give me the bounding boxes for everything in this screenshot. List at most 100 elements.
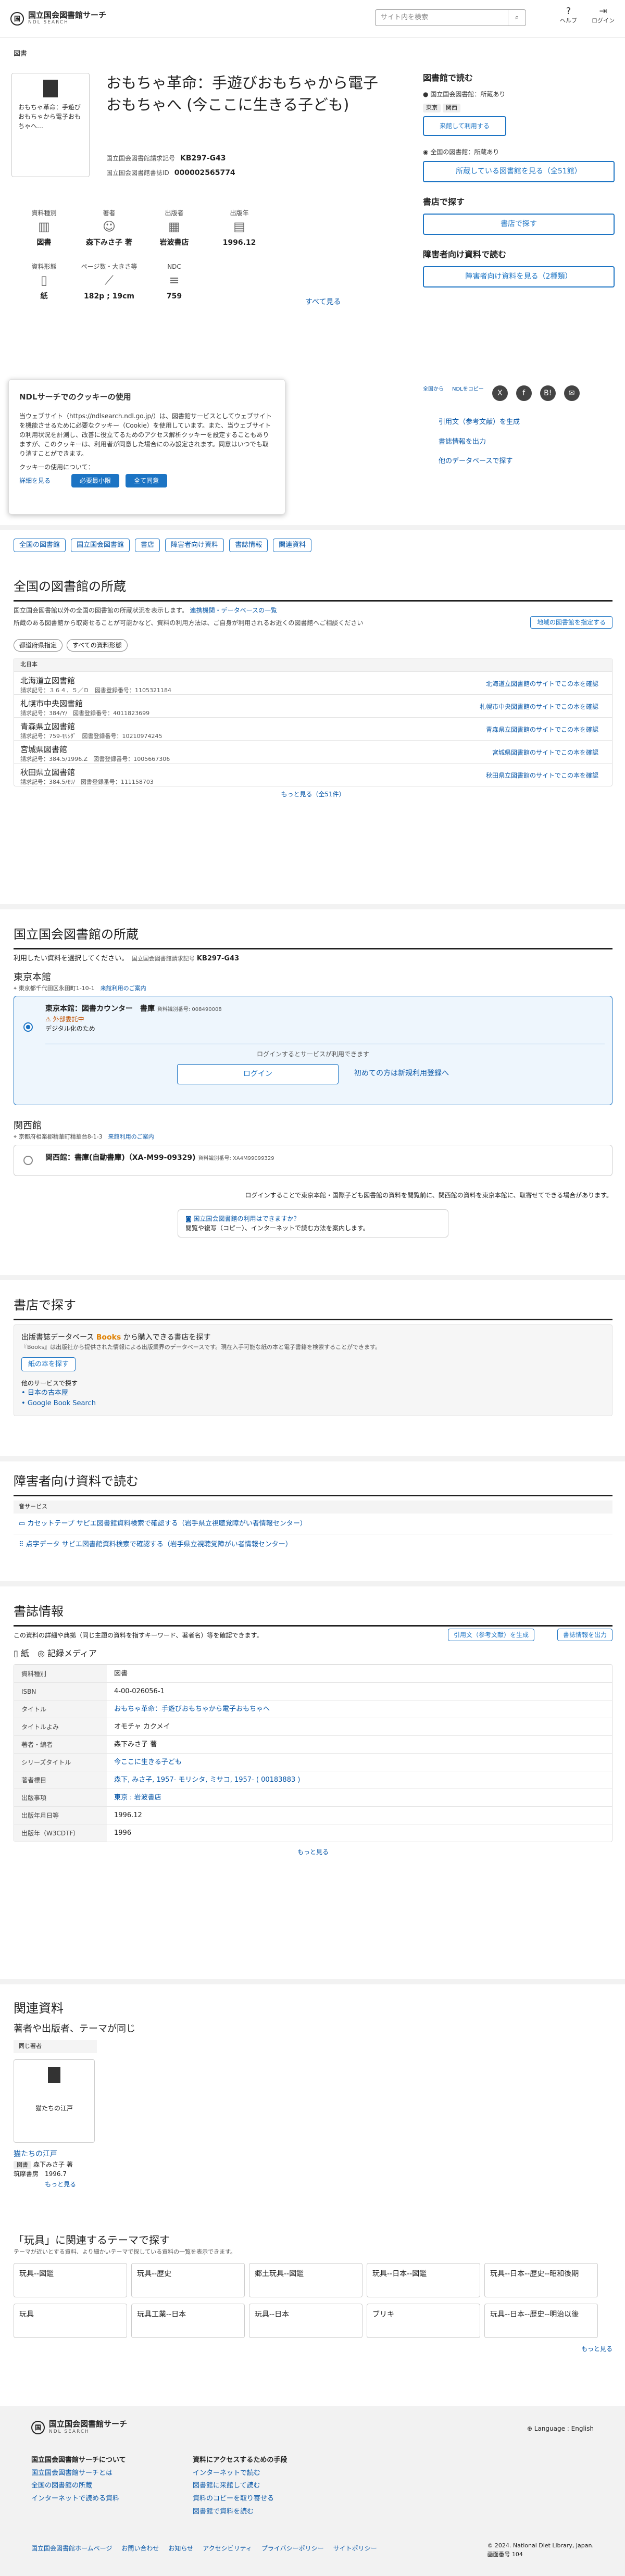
bib-more-link[interactable]: もっと見る <box>297 1848 329 1856</box>
row-value-link[interactable]: おもちゃ革命：手遊びおもちゃから電子おもちゃへ <box>107 1704 270 1715</box>
cite-link[interactable]: 引用文（参考文献）を生成 <box>439 412 520 432</box>
tab-related[interactable]: 関連資料 <box>273 539 312 552</box>
search-icon[interactable]: ⌕ <box>508 10 526 26</box>
meta-value: 図書 <box>36 239 52 247</box>
cookie-title: NDLサーチでのクッキーの使用 <box>19 392 131 402</box>
theme-chip[interactable]: 玩具--図鑑 <box>14 2262 127 2297</box>
kosho-link[interactable]: 日本の古本屋 <box>28 1389 68 1397</box>
footer-link[interactable]: 国立国会図書館サーチとは <box>31 2467 126 2480</box>
cite-button[interactable]: 引用文（参考文献）を生成 <box>447 1629 534 1641</box>
braille-link[interactable]: 点字データ サピエ図書館資料検索で確認する（岩手県立視聴覚障がい者情報センター） <box>26 1541 292 1548</box>
tokyo-radio[interactable] <box>23 1022 33 1032</box>
footer-link[interactable]: 国立国会図書館ホームページ <box>31 2544 112 2553</box>
related-book-card[interactable]: 猫たちの江戸 <box>14 2059 95 2143</box>
login-button[interactable]: ⇥ ログイン <box>592 6 615 26</box>
partner-list-link[interactable]: 連携機関・データベースの一覧 <box>190 607 277 614</box>
region-filter-button[interactable]: 地域の図書館を指定する <box>530 616 612 629</box>
theme-chip[interactable]: 玩具--日本--歴史--昭和後期 <box>484 2262 598 2297</box>
themes-heading: 「玩具」に関連するテーマで探す <box>14 2234 170 2246</box>
library-link[interactable]: 宮城県図書館のサイトでこの本を確認 <box>492 748 598 757</box>
login-button[interactable]: ログイン <box>177 1064 339 1084</box>
tab-store[interactable]: 書店 <box>135 539 160 552</box>
kansai-item-id: 資料識別番号: XA4M99099329 <box>198 1155 274 1161</box>
library-icon: ◉ <box>423 148 429 156</box>
footer-link[interactable]: 図書館に来館して読む <box>193 2480 287 2493</box>
kansai-radio[interactable] <box>23 1155 33 1165</box>
other-db-link[interactable]: 他のデータベースで探す <box>439 452 520 471</box>
footer-link[interactable]: プライバシーポリシー <box>261 2544 324 2553</box>
find-paper-book-button[interactable]: 紙の本を探す <box>21 1357 76 1371</box>
tokyo-item-panel[interactable]: 東京本館：図書カウンター 書庫 資料識別番号: 008490008 ⚠ 外部委託… <box>14 996 612 1105</box>
theme-chip[interactable]: 玩具 <box>14 2303 127 2338</box>
x-icon[interactable]: X <box>492 385 508 401</box>
accessible-materials-button[interactable]: 障害者向け資料を見る（2種類） <box>423 266 615 287</box>
export-button[interactable]: 書誌情報を出力 <box>557 1629 612 1641</box>
hatena-icon[interactable]: B! <box>540 385 556 401</box>
tab-national[interactable]: 全国の図書館 <box>14 539 66 552</box>
footer-link[interactable]: インターネットで読める資料 <box>31 2493 126 2506</box>
kansai-guide-link[interactable]: 来館利用のご案内 <box>108 1133 154 1140</box>
more-libraries-link[interactable]: もっと見る（全51件） <box>281 791 345 798</box>
related-heading: 関連資料 <box>14 2001 64 2016</box>
theme-chip[interactable]: 郷土玩具--図鑑 <box>249 2262 362 2297</box>
library-link[interactable]: 青森県立図書館のサイトでこの本を確認 <box>486 725 598 734</box>
ndl-help-box[interactable]: ◙ 国立国会図書館の利用はできますか？ 閲覧や複写（コピー）、インターネットで読… <box>178 1209 448 1237</box>
tab-ndl[interactable]: 国立国会図書館 <box>71 539 130 552</box>
register-link[interactable]: 初めての方は新規利用登録へ <box>354 1064 449 1084</box>
footer-link[interactable]: サイトポリシー <box>333 2544 377 2553</box>
prefecture-filter[interactable]: 都道府県指定 <box>14 639 63 652</box>
cookie-accept-button[interactable]: 全て同意 <box>126 473 168 487</box>
theme-chip[interactable]: 玩具--日本--歴史--明治以後 <box>484 2303 598 2338</box>
google-books-link[interactable]: Google Book Search <box>28 1399 96 1407</box>
cookie-minimal-button[interactable]: 必要最小限 <box>71 473 120 487</box>
themes-more-link[interactable]: もっと見る <box>581 2345 612 2353</box>
tab-bib[interactable]: 書誌情報 <box>229 539 268 552</box>
help-button[interactable]: ? ヘルプ <box>560 6 577 26</box>
header-search-input[interactable]: サイト内を検索 ⌕ <box>375 9 526 26</box>
footer-logo-subtitle: NDL SEARCH <box>49 2429 90 2434</box>
tokyo-guide-link[interactable]: 来館利用のご案内 <box>101 985 146 992</box>
national-libraries-button[interactable]: 所蔵している図書館を見る（全51館） <box>423 161 615 182</box>
footer-link[interactable]: インターネットで読む <box>193 2467 287 2480</box>
book-thumbnail[interactable]: おもちゃ革命：手遊びおもちゃから電子おもちゃへ… <box>11 73 90 177</box>
bookstore-button[interactable]: 書店で探す <box>423 214 615 235</box>
footer-link[interactable]: 資料のコピーを取り寄せる <box>193 2493 287 2506</box>
footer-link[interactable]: 図書館で資料を読む <box>193 2506 287 2519</box>
row-value-link[interactable]: 今ここに生きる子ども <box>107 1757 182 1768</box>
footer-link[interactable]: アクセシビリティ <box>203 2544 252 2553</box>
visit-button[interactable]: 来館して利用する <box>423 116 506 136</box>
share-national-button[interactable]: 全国から <box>423 385 444 401</box>
tab-accessible[interactable]: 障害者向け資料 <box>165 539 224 552</box>
theme-chip[interactable]: ブリキ <box>367 2303 480 2338</box>
theme-chip[interactable]: 玩具工業--日本 <box>131 2303 245 2338</box>
copy-link-button[interactable]: NDLをコピー <box>452 385 484 401</box>
cookie-detail-link[interactable]: 詳細を見る <box>19 476 51 485</box>
related-more-link[interactable]: もっと見る <box>45 2181 76 2188</box>
kansai-item-panel[interactable]: 関西館：書庫(自動書庫)（XA-M99-09329) 資料識別番号: XA4M9… <box>14 1144 612 1176</box>
footer-link[interactable]: お問い合わせ <box>121 2544 159 2553</box>
theme-chip[interactable]: 玩具--歴史 <box>131 2262 245 2297</box>
cassette-link[interactable]: カセットテープ サピエ図書館資料検索で確認する（岩手県立視聴覚障がい者情報センタ… <box>27 1520 306 1528</box>
language-switch[interactable]: ⊕ Language : English <box>527 2424 594 2433</box>
see-all-link[interactable]: すべて見る <box>305 297 341 308</box>
library-link[interactable]: 秋田県立図書館のサイトでこの本を確認 <box>486 771 598 780</box>
table-row: タイトルよみ オモチャ カクメイ <box>14 1718 612 1735</box>
meta-pages: ページ数・大きさ等 ⟋ 182p ; 19cm <box>77 262 142 302</box>
form-filter[interactable]: すべての資料形態 <box>67 639 128 652</box>
kansai-item-name: 関西館：書庫(自動書庫)（XA-M99-09329) <box>45 1153 196 1162</box>
footer-link[interactable]: お知らせ <box>168 2544 193 2553</box>
theme-chip[interactable]: 玩具--日本 <box>249 2303 362 2338</box>
ndl-footnote: ログインすることで東京本館・国際子ども図書館の資料を閲覧前に、関西館の資料を東京… <box>245 1191 613 1199</box>
footer-logo[interactable]: 国 国立国会図書館サーチ NDL SEARCH <box>31 2420 127 2435</box>
row-value-link[interactable]: 東京 : 岩波書店 <box>107 1793 161 1803</box>
theme-chip[interactable]: 玩具--日本--図鑑 <box>367 2262 480 2297</box>
row-value-link[interactable]: 森下, みさ子, 1957- モリシタ, ミサコ, 1957- ( 001838… <box>107 1775 300 1785</box>
export-link[interactable]: 書誌情報を出力 <box>439 432 520 452</box>
library-link[interactable]: 北海道立図書館のサイトでこの本を確認 <box>486 679 598 689</box>
facebook-icon[interactable]: f <box>516 385 532 401</box>
mail-icon[interactable]: ✉ <box>564 385 580 401</box>
footer-link[interactable]: 全国の図書館の所蔵 <box>31 2480 126 2493</box>
related-book-title[interactable]: 猫たちの江戸 <box>14 2150 57 2158</box>
site-logo[interactable]: 国 国立国会図書館サーチ NDL SEARCH <box>10 10 106 27</box>
library-link[interactable]: 札幌市中央図書館のサイトでこの本を確認 <box>480 702 598 711</box>
